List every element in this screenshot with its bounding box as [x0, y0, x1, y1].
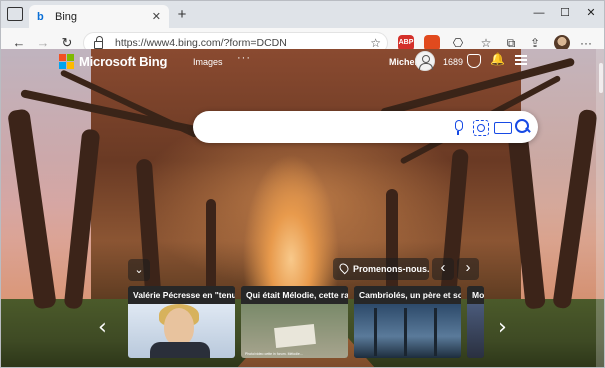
minimize-button[interactable]: — — [526, 4, 552, 22]
nav-images-link[interactable]: Images — [193, 57, 223, 67]
location-pin-icon — [337, 261, 351, 275]
favorite-star-icon[interactable]: ☆ — [370, 36, 381, 50]
carousel-next-arrow[interactable]: › — [498, 315, 507, 340]
news-card-title: Valérie Pécresse en "tenue i... — [128, 286, 235, 304]
page-scrollbar[interactable] — [596, 49, 604, 367]
search-icon[interactable] — [513, 117, 531, 137]
user-name[interactable]: Michel — [389, 57, 417, 67]
news-card-title: Mo — [467, 286, 484, 304]
news-thumbnail — [467, 304, 484, 358]
news-thumbnail — [128, 304, 235, 358]
tab-actions-icon[interactable] — [7, 7, 23, 21]
collapse-chevron-icon[interactable]: ⌄ — [128, 259, 150, 281]
next-image-button[interactable]: › — [457, 258, 479, 280]
news-thumbnail — [354, 304, 461, 358]
news-card[interactable]: Valérie Pécresse en "tenue i... — [128, 286, 235, 358]
tab-close-icon[interactable]: ✕ — [152, 10, 161, 23]
prev-image-button[interactable]: ‹ — [432, 258, 454, 280]
tab-bing[interactable]: b Bing ✕ — [29, 5, 169, 28]
image-location-label: Promenons-nous... — [353, 264, 429, 274]
close-window-button[interactable]: ✕ — [578, 4, 604, 22]
bing-favicon-icon: b — [37, 10, 44, 23]
user-avatar-icon[interactable] — [415, 51, 435, 71]
nav-more-icon[interactable]: ··· — [237, 52, 251, 64]
microsoft-logo-icon — [59, 54, 74, 69]
url-text[interactable]: https://www4.bing.com/?form=DCDN — [115, 37, 287, 49]
lock-icon[interactable] — [94, 36, 103, 49]
menu-hamburger-icon[interactable] — [515, 55, 527, 65]
microphone-icon[interactable] — [449, 117, 467, 137]
news-thumbnail: Photo/video cette in forum. Mélodie... — [241, 304, 348, 358]
news-card[interactable]: Qui était Mélodie, cette ra... Photo/vid… — [241, 286, 348, 358]
carousel-prev-arrow[interactable]: ‹ — [98, 315, 107, 340]
maximize-button[interactable]: ☐ — [552, 4, 578, 22]
bing-homepage: Microsoft Bing Images ··· Michel 1689 🔔 … — [1, 49, 604, 367]
search-box[interactable] — [193, 111, 538, 143]
brand-name: Microsoft Bing — [79, 54, 168, 69]
rewards-trophy-icon[interactable] — [467, 54, 481, 68]
microsoft-bing-logo[interactable]: Microsoft Bing — [59, 54, 167, 69]
visual-search-icon[interactable] — [471, 117, 489, 137]
news-card-title: Cambriolés, un père et son... — [354, 286, 461, 304]
news-card[interactable]: Mo — [467, 286, 484, 358]
news-card-title: Qui était Mélodie, cette ra... — [241, 286, 348, 304]
notifications-bell-icon[interactable]: 🔔 — [490, 52, 505, 66]
keyboard-icon[interactable] — [493, 117, 512, 137]
new-tab-button[interactable]: + — [173, 6, 191, 24]
tab-strip: b Bing ✕ + — ☐ ✕ — [1, 1, 604, 28]
image-location-button[interactable]: Promenons-nous... — [333, 258, 429, 280]
news-card[interactable]: Cambriolés, un père et son... — [354, 286, 461, 358]
tab-title: Bing — [55, 10, 78, 23]
thumbnail-caption: Photo/video cette in forum. Mélodie... — [245, 352, 303, 356]
browser-window: b Bing ✕ + — ☐ ✕ ← → ↻ https://www4.bing… — [0, 0, 605, 368]
rewards-points[interactable]: 1689 — [443, 57, 463, 67]
